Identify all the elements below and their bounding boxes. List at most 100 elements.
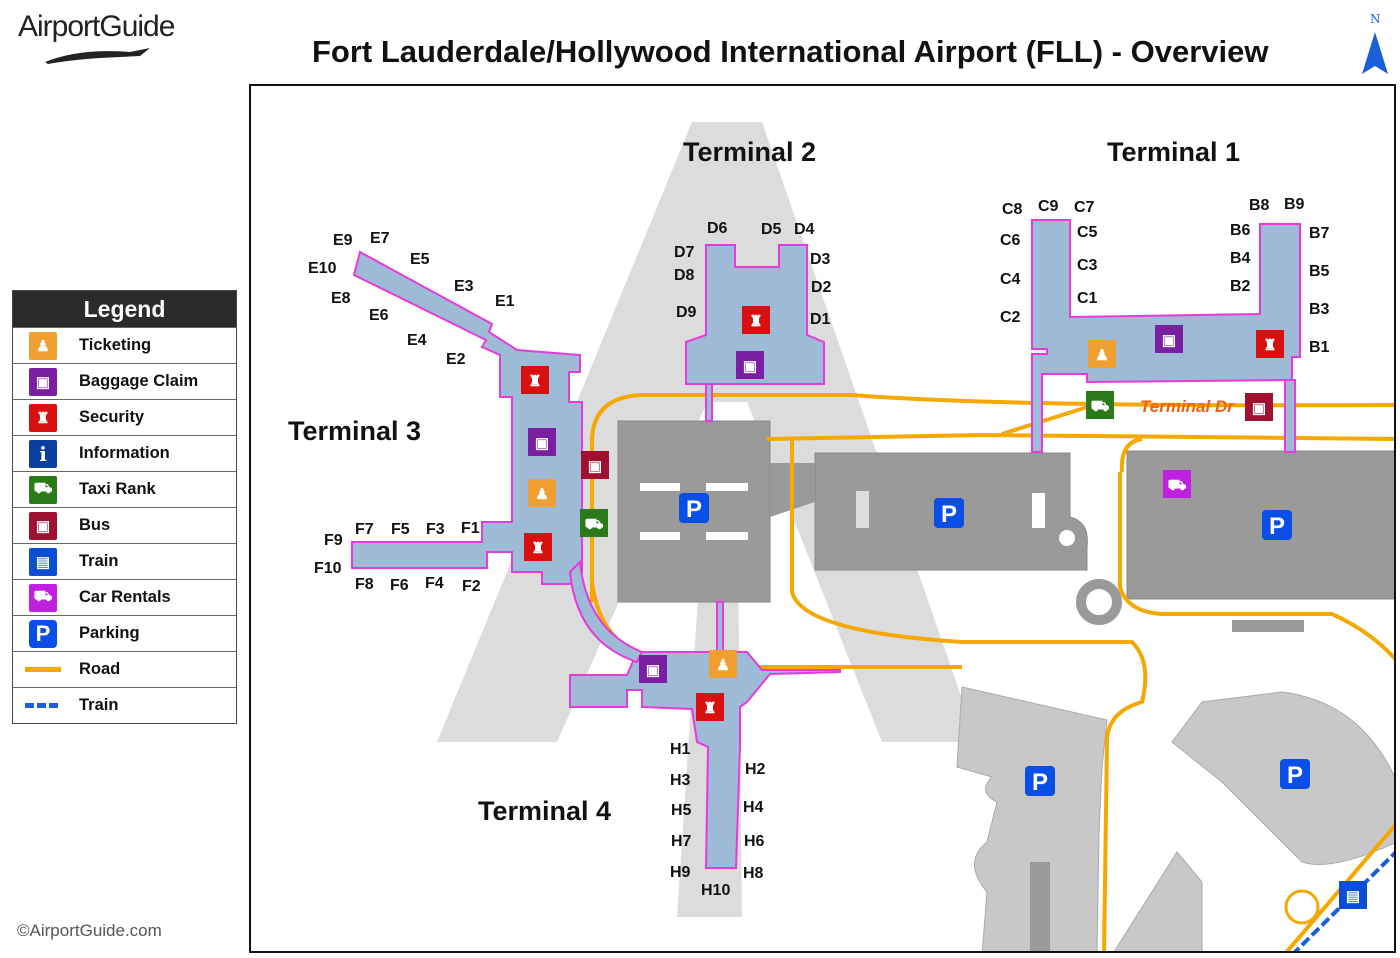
- gate-label: H5: [671, 802, 692, 819]
- gate-label: H1: [670, 741, 691, 758]
- security-icon: ♜: [521, 366, 549, 394]
- legend-label: Security: [79, 408, 145, 426]
- gate-label: D7: [674, 244, 695, 261]
- train-line-icon: [25, 703, 61, 708]
- gate-label: E8: [331, 290, 351, 307]
- gate-label: D6: [707, 220, 728, 237]
- baggage-claim-icon: ▣: [736, 351, 764, 379]
- information-icon: i: [29, 439, 57, 468]
- parking-icon: P: [1280, 759, 1310, 789]
- gate-label: C7: [1074, 199, 1095, 216]
- gate-label: F8: [355, 576, 374, 593]
- taxi-icon: ⛟: [1086, 391, 1114, 419]
- gate-label: F10: [314, 560, 342, 577]
- legend-item-car-rentals: ⛟ Car Rentals: [13, 579, 236, 615]
- gate-label: C2: [1000, 309, 1021, 326]
- svg-text:⛟: ⛟: [585, 516, 604, 533]
- gate-label: B9: [1284, 196, 1305, 213]
- north-arrow-icon: [1362, 32, 1388, 74]
- security-icon: ♜: [524, 533, 552, 561]
- legend-label: Information: [79, 444, 170, 462]
- ticketing-icon: ♟: [1088, 340, 1116, 368]
- legend-label: Bus: [79, 516, 111, 534]
- svg-text:P: P: [1269, 513, 1285, 540]
- legend-item-information: i Information: [13, 435, 236, 471]
- gate-label: D3: [810, 251, 831, 268]
- legend-item-ticketing: ♟ Ticketing: [13, 327, 236, 363]
- legend-label: Road: [79, 660, 121, 678]
- legend-item-security: ♜ Security: [13, 399, 236, 435]
- taxi-icon: ⛟: [580, 509, 608, 537]
- bus-icon: ▣: [581, 451, 609, 479]
- legend-item-train-line: Train: [13, 687, 236, 723]
- baggage-claim-icon: ▣: [528, 428, 556, 456]
- legend-item-road: Road: [13, 651, 236, 687]
- copyright: ©AirportGuide.com: [17, 921, 162, 940]
- gate-label: C1: [1077, 290, 1098, 307]
- gate-label: H3: [670, 772, 691, 789]
- svg-text:P: P: [941, 501, 957, 528]
- terminal-3-label: Terminal 3: [288, 416, 421, 446]
- svg-text:⛟: ⛟: [1168, 477, 1187, 494]
- gate-label: F2: [462, 578, 481, 595]
- gate-label: E3: [454, 278, 474, 295]
- svg-text:P: P: [1032, 769, 1048, 796]
- map-canvas: Terminal 1 Terminal 2 Terminal 3 Termina…: [288, 122, 1394, 951]
- legend-label: Train: [79, 696, 119, 714]
- legend-item-bus: ▣ Bus: [13, 507, 236, 543]
- train-icon: ▤: [29, 547, 57, 576]
- gate-label: B3: [1309, 301, 1330, 318]
- legend: Legend ♟ Ticketing ▣ Baggage Claim ♜ Sec…: [12, 290, 237, 724]
- gate-label: C6: [1000, 232, 1021, 249]
- svg-text:♜: ♜: [1263, 337, 1276, 354]
- gate-label: B1: [1309, 339, 1330, 356]
- svg-text:♟: ♟: [1095, 347, 1108, 364]
- gate-label: F7: [355, 521, 374, 538]
- car-rental-icon: ⛟: [1163, 470, 1191, 498]
- bus-icon: ▣: [1245, 393, 1273, 421]
- gate-label: E4: [407, 332, 427, 349]
- gate-label: F5: [391, 521, 410, 538]
- svg-text:♜: ♜: [531, 540, 544, 557]
- airport-map[interactable]: Terminal 1 Terminal 2 Terminal 3 Termina…: [249, 84, 1396, 953]
- baggage-claim-icon: ▣: [1155, 325, 1183, 353]
- car-rental-icon: ⛟: [29, 583, 57, 612]
- gate-label: F3: [426, 521, 445, 538]
- svg-text:▣: ▣: [743, 358, 757, 375]
- svg-text:▣: ▣: [646, 662, 660, 679]
- gate-label: H9: [670, 864, 691, 881]
- terminal-drive-label: Terminal Dr: [1140, 397, 1235, 416]
- gate-label: D1: [810, 311, 831, 328]
- terminal-4-label: Terminal 4: [478, 796, 611, 826]
- svg-text:♜: ♜: [749, 313, 762, 330]
- legend-title: Legend: [13, 291, 236, 327]
- svg-text:♟: ♟: [716, 657, 729, 674]
- gate-label: F9: [324, 532, 343, 549]
- security-icon: ♜: [1256, 330, 1284, 358]
- airportguide-logo: AirportGuide: [18, 10, 175, 43]
- svg-text:P: P: [686, 496, 702, 523]
- legend-item-taxi: ⛟ Taxi Rank: [13, 471, 236, 507]
- gate-label: C9: [1038, 198, 1059, 215]
- legend-item-train: ▤ Train: [13, 543, 236, 579]
- train-icon: ▤: [1339, 881, 1367, 909]
- security-icon: ♜: [29, 403, 57, 432]
- gate-label: H6: [744, 833, 765, 850]
- svg-text:▣: ▣: [535, 435, 549, 452]
- baggage-claim-icon: ▣: [29, 367, 57, 396]
- gate-label: B6: [1230, 222, 1251, 239]
- gate-label: F1: [461, 520, 480, 537]
- svg-text:♟: ♟: [535, 486, 548, 503]
- gate-label: F6: [390, 577, 409, 594]
- road-line-icon: [25, 667, 61, 672]
- gate-label: H2: [745, 761, 766, 778]
- svg-text:⛟: ⛟: [1091, 398, 1110, 415]
- gate-label: D2: [811, 279, 832, 296]
- terminal-1-label: Terminal 1: [1107, 137, 1240, 167]
- gate-label: H4: [743, 799, 764, 816]
- legend-item-baggage-claim: ▣ Baggage Claim: [13, 363, 236, 399]
- parking-icon: P: [1025, 766, 1055, 796]
- taxi-icon: ⛟: [29, 475, 57, 504]
- ticketing-icon: ♟: [528, 479, 556, 507]
- parking-icon: P: [679, 493, 709, 523]
